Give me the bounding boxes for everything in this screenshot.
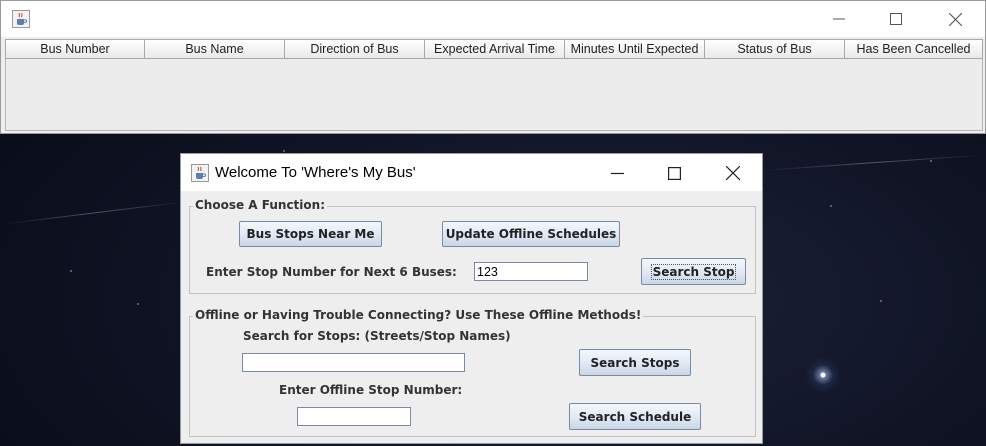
desktop-star: [70, 270, 72, 272]
java-cup-icon: [191, 164, 209, 182]
search-stop-button[interactable]: Search Stop: [641, 258, 746, 285]
column-header-direction[interactable]: Direction of Bus: [285, 39, 425, 59]
close-icon: [726, 166, 740, 180]
close-button[interactable]: [932, 4, 978, 34]
offline-methods-group-label: Offline or Having Trouble Connecting? Us…: [193, 308, 644, 322]
stop-number-label: Enter Stop Number for Next 6 Buses:: [206, 265, 457, 279]
search-stops-input[interactable]: [242, 353, 465, 372]
column-header-cancelled[interactable]: Has Been Cancelled: [845, 39, 983, 59]
desktop-star: [137, 303, 139, 305]
bus-stops-near-me-button[interactable]: Bus Stops Near Me: [239, 221, 382, 247]
close-button[interactable]: [710, 158, 756, 188]
main-window-titlebar[interactable]: Welcome To 'Where's My Bus': [181, 154, 762, 191]
minimize-icon: [833, 18, 845, 20]
stop-number-input[interactable]: [474, 262, 588, 281]
desktop-streak: [761, 154, 986, 171]
desktop-streak: [0, 200, 189, 225]
search-stop-label: Search Stop: [650, 263, 737, 280]
search-stops-button-label: Search Stops: [590, 355, 680, 370]
main-window: Welcome To 'Where's My Bus' Choose A Fun…: [180, 153, 763, 444]
offline-stop-number-input[interactable]: [297, 407, 411, 426]
minimize-button[interactable]: [816, 4, 862, 34]
bus-table-body[interactable]: [5, 59, 983, 131]
maximize-icon: [667, 166, 681, 180]
minimize-button[interactable]: [594, 158, 640, 188]
minimize-icon: [610, 172, 624, 174]
maximize-icon: [890, 13, 902, 25]
column-header-bus-name[interactable]: Bus Name: [145, 39, 285, 59]
update-offline-schedules-label: Update Offline Schedules: [445, 227, 617, 241]
search-schedule-button-label: Search Schedule: [578, 409, 692, 424]
java-cup-icon: [12, 10, 30, 28]
column-header-bus-number[interactable]: Bus Number: [5, 39, 145, 59]
desktop-star: [283, 150, 285, 152]
table-window-titlebar[interactable]: [1, 1, 985, 37]
bus-table-window: Bus Number Bus Name Direction of Bus Exp…: [0, 0, 986, 134]
online-functions-group-label: Choose A Function:: [193, 198, 327, 212]
offline-stop-number-label: Enter Offline Stop Number:: [279, 383, 463, 397]
search-stops-button[interactable]: Search Stops: [579, 349, 691, 376]
desktop-star: [830, 205, 832, 207]
close-icon: [948, 12, 962, 26]
search-schedule-button[interactable]: Search Schedule: [569, 403, 701, 430]
bus-stops-near-me-label: Bus Stops Near Me: [246, 227, 375, 241]
desktop-star: [930, 160, 932, 162]
main-window-title: Welcome To 'Where's My Bus': [215, 164, 416, 181]
update-offline-schedules-button[interactable]: Update Offline Schedules: [442, 221, 620, 247]
search-stops-label: Search for Stops: (Streets/Stop Names): [243, 329, 511, 343]
desktop-star: [880, 300, 882, 302]
column-header-minutes-until[interactable]: Minutes Until Expected: [565, 39, 705, 59]
column-header-status[interactable]: Status of Bus: [705, 39, 845, 59]
maximize-button[interactable]: [873, 4, 919, 34]
bus-table-header: Bus Number Bus Name Direction of Bus Exp…: [5, 39, 983, 59]
maximize-button[interactable]: [651, 158, 697, 188]
column-header-expected-arrival[interactable]: Expected Arrival Time: [425, 39, 565, 59]
